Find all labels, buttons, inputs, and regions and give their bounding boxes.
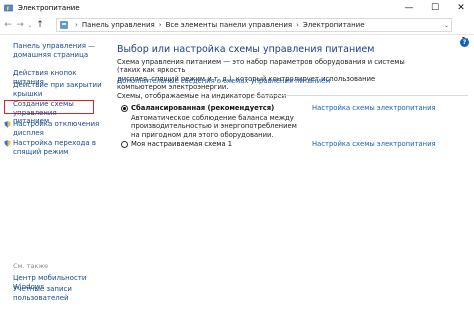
plan-description-line: Автоматическое соблюдение баланса между … xyxy=(131,114,297,131)
see-also-heading: См. также xyxy=(13,262,49,270)
plan-settings-link[interactable]: Настройка схемы электропитания xyxy=(312,140,436,148)
sidebar-item-label: Настройка отключения xyxy=(13,120,100,128)
sidebar-home-line2: домашняя страница xyxy=(13,50,89,59)
description-line: Схема управления питанием — это набор па… xyxy=(117,58,405,75)
breadcrumb-control-panel[interactable]: Панель управления xyxy=(82,21,155,29)
power-plan-balanced: Сбалансированная (рекомендуется) Автомат… xyxy=(117,104,474,139)
title-bar: Электропитание — ☐ ✕ xyxy=(0,0,474,16)
power-plan-custom: Моя настраиваемая схема 1 Настройка схем… xyxy=(117,140,474,150)
control-panel-icon xyxy=(60,21,68,29)
see-also-link-line: пользователей xyxy=(13,293,69,302)
sidebar-item-lid-close[interactable]: Действие при закрытии крышки xyxy=(13,81,102,98)
group-divider xyxy=(253,95,468,96)
see-also-link-line: Учетные записи xyxy=(13,285,72,293)
shield-icon xyxy=(4,121,11,128)
plan-description: Автоматическое соблюдение баланса между … xyxy=(131,114,331,139)
window-title: Электропитание xyxy=(18,4,80,12)
breadcrumb-all-items[interactable]: Все элементы панели управления xyxy=(166,21,293,29)
sidebar-home-line1: Панель управления — xyxy=(13,42,96,50)
plans-group-label: Схемы, отображаемые на индикаторе батаре… xyxy=(117,92,287,100)
back-button[interactable]: ← xyxy=(2,18,14,32)
recent-locations-button[interactable]: ⌄ xyxy=(26,18,34,32)
sidebar-item-label: крышки xyxy=(13,89,43,98)
address-field[interactable]: › Панель управления › Все элементы панел… xyxy=(56,18,452,32)
power-options-icon xyxy=(4,4,13,13)
sidebar-home-link[interactable]: Панель управления — домашняя страница xyxy=(13,42,95,59)
page-title: Выбор или настройка схемы управления пит… xyxy=(117,44,375,55)
sidebar-item-display-off[interactable]: Настройка отключения дисплея xyxy=(13,120,99,137)
breadcrumb-power-options[interactable]: Электропитание xyxy=(303,21,365,29)
sidebar-item-label: Действие при закрытии xyxy=(13,81,102,89)
sidebar-item-label: дисплея xyxy=(13,128,44,137)
plan-name[interactable]: Сбалансированная (рекомендуется) xyxy=(131,104,274,112)
breadcrumb-separator: › xyxy=(296,21,299,29)
see-also-user-accounts-link[interactable]: Учетные записи пользователей xyxy=(13,285,72,302)
plan-name[interactable]: Моя настраиваемая схема 1 xyxy=(131,140,232,148)
plan-radio-custom[interactable] xyxy=(121,141,128,148)
address-toolbar: ← → ⌄ ↑ › Панель управления › Все элемен… xyxy=(0,16,474,46)
up-button[interactable]: ↑ xyxy=(34,18,46,32)
shield-icon xyxy=(4,140,11,147)
sidebar-item-sleep[interactable]: Настройка перехода в спящий режим xyxy=(13,139,96,156)
plan-description-line: на пригодном для этого оборудовании. xyxy=(131,130,274,139)
sidebar-item-label: спящий режим xyxy=(13,147,69,156)
plan-settings-link[interactable]: Настройка схемы электропитания xyxy=(312,104,436,112)
breadcrumb-separator: › xyxy=(75,21,78,29)
plan-radio-balanced[interactable] xyxy=(121,105,128,112)
more-info-link[interactable]: Дополнительные сведения о схемах управле… xyxy=(117,77,330,85)
page-description: Схема управления питанием — это набор па… xyxy=(117,58,417,92)
address-dropdown-icon[interactable]: ⌄ xyxy=(444,22,449,29)
maximize-button[interactable]: ☐ xyxy=(422,0,448,16)
close-button[interactable]: ✕ xyxy=(448,0,474,16)
sidebar-item-label: Настройка перехода в xyxy=(13,139,97,147)
minimize-button[interactable]: — xyxy=(396,0,422,16)
sidebar: Панель управления — домашняя страница Де… xyxy=(0,36,108,313)
sidebar-item-label: Создание схемы управления xyxy=(13,100,74,117)
breadcrumb-separator: › xyxy=(158,21,162,29)
main-panel: Выбор или настройка схемы управления пит… xyxy=(117,36,474,313)
forward-button[interactable]: → xyxy=(14,18,26,32)
